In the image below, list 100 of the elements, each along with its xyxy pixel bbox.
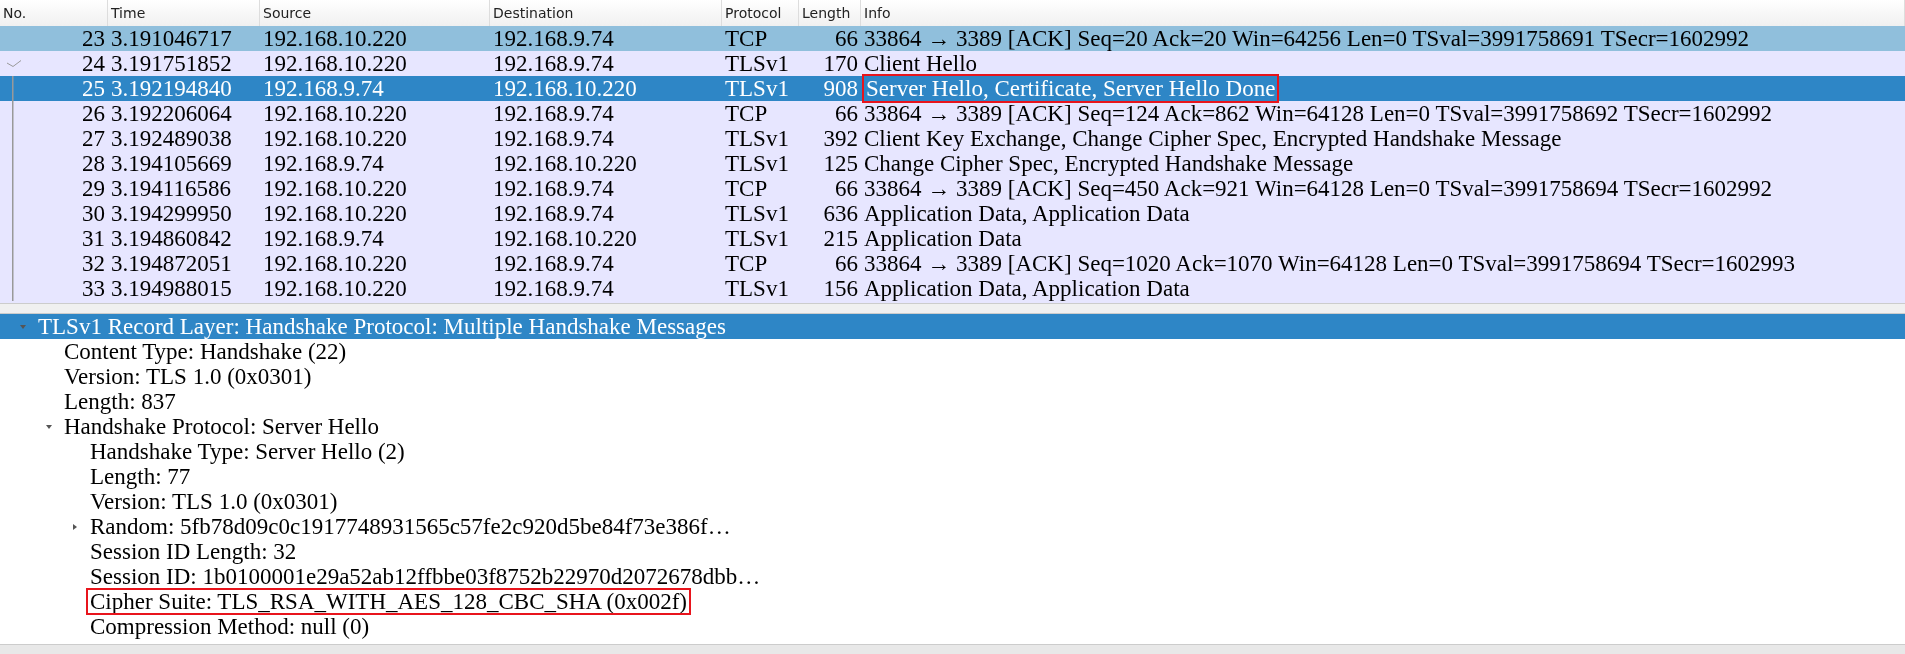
tree-row[interactable]: Cipher Suite: TLS_RSA_WITH_AES_128_CBC_SHA (0x002f)	[0, 589, 1905, 614]
packet-cell: 66	[835, 251, 858, 276]
tree-row[interactable]: Content Type: Handshake (22)	[0, 339, 1905, 364]
packet-cell: 192.168.9.74	[493, 176, 614, 201]
tree-label: Compression Method: null (0)	[89, 615, 371, 638]
tree-label: Cipher Suite: TLS_RSA_WITH_AES_128_CBC_SHA (0x002f)	[88, 590, 689, 613]
packet-cell: 3.194872051	[111, 251, 232, 276]
selected-packet-row[interactable]: 25 3.192194840 192.168.9.74 192.168.10.220 TLSv1 908 Server Hello, Certificate, Server Hello Done	[0, 76, 1905, 101]
packet-cell: 3.192489038	[111, 126, 232, 151]
packet-cell: TLSv1	[725, 51, 789, 76]
tree-label: Random: 5fb78d09c0c1917748931565c57fe2c920d5be84f73e386f…	[89, 515, 732, 538]
packet-row[interactable]: 26 3.192206064 192.168.10.220 192.168.9.74 TCP 66 33864 → 3389 [ACK] Seq=124 Ack=862 Win=64128 Len=0 TSval=3991758692 TSecr=1602992	[0, 101, 1905, 126]
tree-label: Version: TLS 1.0 (0x0301)	[89, 490, 339, 513]
packet-cell: 25	[82, 77, 105, 100]
packet-cell: TLSv1	[725, 76, 789, 101]
packet-cell: 192.168.10.220	[263, 251, 407, 276]
packet-cell: 30	[82, 202, 105, 225]
packet-cell: TCP	[725, 251, 768, 276]
packet-cell: Application Data, Application Data	[864, 201, 1190, 226]
packet-cell: 27	[82, 127, 105, 150]
packet-row[interactable]: 24 3.191751852 192.168.10.220 192.168.9.74 TLSv1 170 Client Hello	[0, 51, 1905, 76]
tree-row[interactable]: Version: TLS 1.0 (0x0301)	[0, 489, 1905, 514]
packet-cell: 28	[82, 152, 105, 175]
packet-cell: 33864 → 3389 [ACK] Seq=450 Ack=921 Win=64128 Len=0 TSval=3991758694 TSecr=1602992	[864, 176, 1773, 201]
packet-cell: 29	[82, 177, 105, 200]
expanded-caret-icon[interactable]	[45, 422, 53, 431]
packet-cell: 3.194299950	[111, 201, 232, 226]
packet-cell: 3.194116586	[111, 176, 231, 201]
packet-cell: 3.191046717	[111, 26, 232, 51]
packet-cell: 32	[82, 252, 105, 275]
tree-label: Session ID: 1b0100001e29a52ab12ffbbe03f8752b22970d2072678dbb…	[89, 565, 762, 588]
packet-cell: TCP	[725, 26, 768, 51]
packet-row[interactable]: 32 3.194872051 192.168.10.220 192.168.9.74 TCP 66 33864 → 3389 [ACK] Seq=1020 Ack=1070 Win=64128 Len=0 TSval=3991758694 TSecr=1602993	[0, 251, 1905, 276]
tree-label: Length: 77	[89, 465, 192, 488]
packet-cell: 192.168.9.74	[493, 126, 614, 151]
packet-cell: 192.168.10.220	[493, 76, 637, 101]
packet-cell: 31	[82, 227, 105, 250]
tree-row[interactable]: Handshake Protocol: Server Hello	[0, 414, 1905, 439]
packet-cell: 3.192194840	[111, 76, 232, 101]
packet-cell: 192.168.9.74	[493, 251, 614, 276]
packet-cell: 192.168.10.220	[263, 126, 407, 151]
packet-cell: TCP	[725, 101, 768, 126]
packet-row[interactable]: 29 3.194116586 192.168.10.220 192.168.9.74 TCP 66 33864 → 3389 [ACK] Seq=450 Ack=921 Win=64128 Len=0 TSval=3991758694 TSecr=1602992	[0, 176, 1905, 201]
tree-row[interactable]: Random: 5fb78d09c0c1917748931565c57fe2c920d5be84f73e386f…	[0, 514, 1905, 539]
packet-cell: 636	[823, 201, 858, 226]
packet-cell: 192.168.10.220	[493, 226, 637, 251]
packet-cell: TLSv1	[725, 201, 789, 226]
tree-label: Handshake Type: Server Hello (2)	[89, 440, 406, 463]
packet-cell: 192.168.10.220	[263, 101, 407, 126]
packet-cell: 192.168.10.220	[493, 151, 637, 176]
packet-cell: 192.168.9.74	[493, 51, 614, 76]
packet-cell: 3.191751852	[111, 51, 232, 76]
tree-row[interactable]: Length: 77	[0, 464, 1905, 489]
packet-cell: TLSv1	[725, 226, 789, 251]
packet-cell: Application Data	[864, 226, 1022, 251]
packet-cell: 192.168.9.74	[493, 101, 614, 126]
packet-row[interactable]: 23 3.191046717 192.168.10.220 192.168.9.74 TCP 66 33864 → 3389 [ACK] Seq=20 Ack=20 Win=64256 Len=0 TSval=3991758691 TSecr=1602992	[0, 26, 1905, 51]
tree-label: Handshake Protocol: Server Hello	[63, 415, 380, 438]
packet-cell: 26	[82, 102, 105, 125]
packet-cell: 33864 → 3389 [ACK] Seq=20 Ack=20 Win=64256 Len=0 TSval=3991758691 TSecr=1602992	[864, 26, 1750, 51]
related-packet-icon	[7, 60, 21, 67]
tree-label: Session ID Length: 32	[89, 540, 298, 563]
collapsed-caret-icon[interactable]	[71, 522, 79, 531]
tree-label: Content Type: Handshake (22)	[63, 340, 348, 363]
tree-label: Version: TLS 1.0 (0x0301)	[63, 365, 313, 388]
packet-cell: 66	[835, 176, 858, 201]
packet-row[interactable]: 28 3.194105669 192.168.9.74 192.168.10.220 TLSv1 125 Change Cipher Spec, Encrypted Handshake Message	[0, 151, 1905, 176]
tree-row[interactable]: Length: 837	[0, 389, 1905, 414]
packet-cell: 192.168.9.74	[493, 276, 614, 301]
packet-cell: 192.168.10.220	[263, 201, 407, 226]
tree-row[interactable]: Session ID Length: 32	[0, 539, 1905, 564]
packet-row[interactable]: 30 3.194299950 192.168.10.220 192.168.9.74 TLSv1 636 Application Data, Application Data	[0, 201, 1905, 226]
packet-cell: 192.168.9.74	[263, 151, 384, 176]
packet-cell: 66	[835, 26, 858, 51]
packet-row[interactable]: 27 3.192489038 192.168.10.220 192.168.9.74 TLSv1 392 Client Key Exchange, Change Cipher Spec, Encrypted Handshake Message	[0, 126, 1905, 151]
packet-cell: 192.168.9.74	[493, 201, 614, 226]
packet-cell: 66	[835, 101, 858, 126]
packet-cell: 125	[823, 151, 858, 176]
packet-cell: 3.194988015	[111, 276, 232, 301]
tree-label: TLSv1 Record Layer: Handshake Protocol: Multiple Handshake Messages	[37, 315, 727, 338]
tree-row[interactable]: Handshake Type: Server Hello (2)	[0, 439, 1905, 464]
tree-row[interactable]: Version: TLS 1.0 (0x0301)	[0, 364, 1905, 389]
packet-cell: 192.168.9.74	[263, 226, 384, 251]
packet-cell: 33	[82, 277, 105, 300]
packet-cell: 192.168.10.220	[263, 276, 407, 301]
packet-row[interactable]: 33 3.194988015 192.168.10.220 192.168.9.74 TLSv1 156 Application Data, Application Data	[0, 276, 1905, 301]
packet-cell: TLSv1	[725, 126, 789, 151]
packet-cell: Client Key Exchange, Change Cipher Spec, Encrypted Handshake Message	[864, 126, 1562, 151]
packet-cell: 3.194105669	[111, 151, 232, 176]
tree-row[interactable]: Compression Method: null (0)	[0, 614, 1905, 639]
packet-cell: 23	[82, 27, 105, 50]
packet-cell: Server Hello, Certificate, Server Hello Done	[864, 76, 1278, 101]
packet-cell: TLSv1	[725, 151, 789, 176]
tree-row[interactable]: Session ID: 1b0100001e29a52ab12ffbbe03f8752b22970d2072678dbb…	[0, 564, 1905, 589]
tree-label: Length: 837	[63, 390, 177, 413]
packet-cell: 156	[823, 276, 858, 301]
selected-tree-row[interactable]: TLSv1 Record Layer: Handshake Protocol: Multiple Handshake Messages	[0, 314, 1905, 339]
packet-cell: 3.194860842	[111, 226, 232, 251]
packet-row[interactable]: 31 3.194860842 192.168.9.74 192.168.10.220 TLSv1 215 Application Data	[0, 226, 1905, 251]
packet-cell: 908	[823, 76, 858, 101]
